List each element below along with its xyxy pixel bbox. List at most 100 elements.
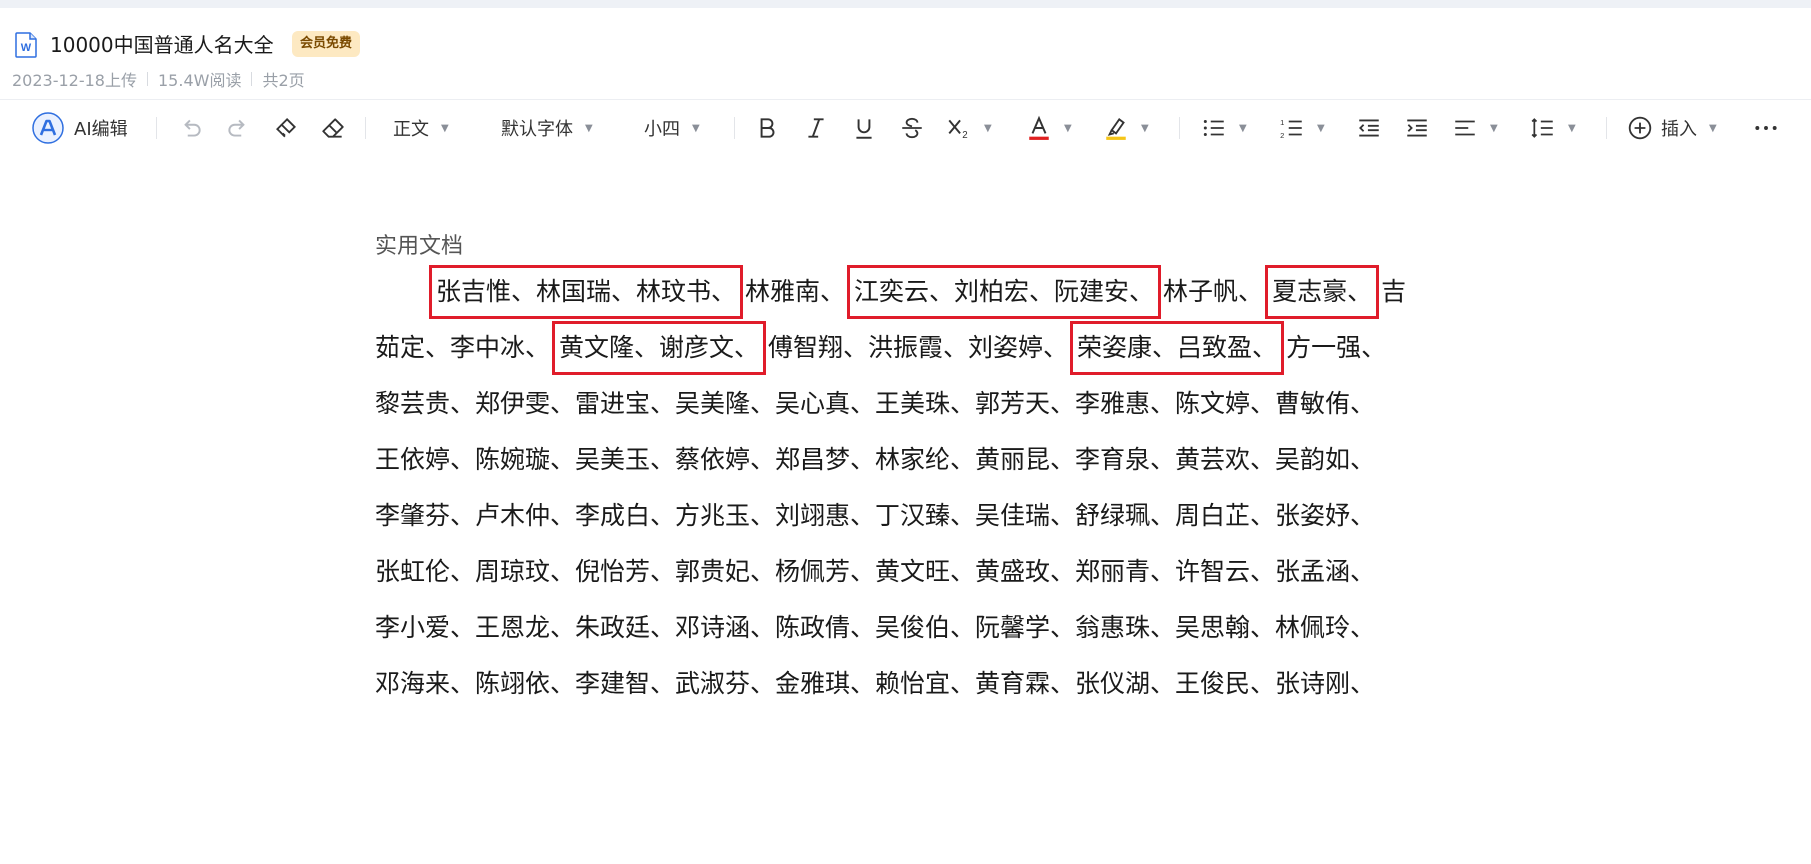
read-count: 15.4W阅读 — [158, 71, 242, 90]
vip-free-badge[interactable]: 会员免费 — [292, 31, 361, 57]
undo-button[interactable] — [178, 100, 204, 156]
name-text: 黎芸贵、郑伊雯、雷进宝、吴美隆、吴心真、王美珠、郭芳天、李雅惠、陈文婷、曹敏侑、 — [375, 389, 1376, 418]
more-icon — [1755, 126, 1777, 130]
page-header: 实用文档 — [375, 234, 464, 259]
toolbar-divider — [156, 117, 157, 139]
name-text: 吉 — [1381, 277, 1407, 306]
clear-format-button[interactable] — [320, 100, 346, 156]
paragraph-style-dropdown[interactable]: 正文 ▼ — [393, 100, 449, 156]
highlight-dropdown[interactable]: ▼ — [1103, 100, 1149, 156]
underline-icon — [856, 119, 872, 139]
italic-icon — [808, 118, 824, 138]
document-title: 10000中国普通人名大全 — [50, 33, 274, 57]
meta-divider — [251, 72, 253, 86]
chevron-down-icon: ▼ — [1141, 122, 1149, 134]
svg-text:W: W — [21, 42, 32, 54]
toolbar-divider — [1179, 117, 1180, 139]
name-text: 李小爱、王恩龙、朱政廷、邓诗涵、陈政倩、吴俊伯、阮馨学、翁惠珠、吴思翰、林佩玲、 — [375, 613, 1376, 642]
text-line: 李肇芬、卢木仲、李成白、方兆玉、刘翊惠、丁汉臻、吴佳瑞、舒绿珮、周白芷、张姿妤、 — [375, 488, 1435, 544]
line-spacing-dropdown[interactable]: ▼ — [1530, 100, 1576, 156]
redo-icon — [228, 119, 245, 137]
chevron-down-icon: ▼ — [441, 122, 449, 134]
outdent-icon — [1359, 119, 1379, 137]
insert-label: 插入 — [1661, 119, 1697, 140]
document-header: W 10000中国普通人名大全 会员免费 2023-12-18上传 15.4W阅… — [0, 8, 1811, 99]
font-color-dropdown[interactable]: ▼ — [1026, 100, 1072, 156]
chevron-down-icon: ▼ — [984, 122, 992, 134]
subscript-dropdown[interactable]: 2 ▼ — [946, 100, 992, 156]
line-spacing-icon — [1531, 118, 1553, 138]
chevron-down-icon: ▼ — [1239, 122, 1247, 134]
ai-edit-label: AI编辑 — [74, 119, 128, 140]
highlighted-names: 张吉惟、林国瑞、林玟书、 — [429, 265, 744, 319]
italic-button[interactable] — [803, 100, 829, 156]
strikethrough-button[interactable] — [899, 100, 925, 156]
name-text: 方一强、 — [1286, 333, 1387, 362]
chevron-down-icon: ▼ — [692, 122, 700, 134]
highlighted-names: 夏志豪、 — [1265, 265, 1380, 319]
meta-divider — [147, 72, 148, 86]
name-text: 林子帆、 — [1163, 277, 1264, 306]
chevron-down-icon: ▼ — [1490, 122, 1498, 134]
text-line: 张吉惟、林国瑞、林玟书、 林雅南、 江奕云、刘柏宏、阮建安、 林子帆、 夏志豪、吉 — [375, 264, 1435, 320]
align-dropdown[interactable]: ▼ — [1452, 100, 1498, 156]
numbered-list-icon: 12 — [1280, 118, 1302, 140]
bullet-list-dropdown[interactable]: ▼ — [1201, 100, 1247, 156]
text-line: 茹定、李中冰、 黄文隆、谢彦文、 傅智翔、洪振霞、刘姿婷、 荣姿康、吕致盈、 方一强、 — [375, 320, 1435, 376]
name-text: 张虹伦、周琼玟、倪怡芳、郭贵妃、杨佩芳、黄文旺、黄盛玫、郑丽青、许智云、张孟涵、 — [375, 557, 1376, 586]
font-color-icon — [1029, 115, 1049, 140]
editor-toolbar: AI编辑 正文 ▼ 默认字体 ▼ 小四 ▼ 2 ▼ ▼ ▼ ▼ 1 2 ▼ ▼ … — [0, 100, 1811, 156]
svg-text:2: 2 — [962, 130, 967, 141]
svg-text:1: 1 — [1280, 118, 1284, 127]
bold-icon — [760, 118, 775, 138]
highlighted-names: 江奕云、刘柏宏、阮建安、 — [847, 265, 1162, 319]
upload-date: 2023-12-18上传 — [12, 71, 137, 90]
ai-logo-icon — [32, 112, 64, 144]
toolbar-divider — [365, 117, 366, 139]
font-size-dropdown[interactable]: 小四 ▼ — [644, 100, 700, 156]
text-line: 王依婷、陈婉璇、吴美玉、蔡依婷、郑昌梦、林家纶、黄丽昆、李育泉、黄芸欢、吴韵如、 — [375, 432, 1435, 488]
name-text: 邓海来、陈翊依、李建智、武淑芬、金雅琪、赖怡宜、黄育霖、张仪湖、王俊民、张诗刚、 — [375, 669, 1376, 698]
document-page: 实用文档 张吉惟、林国瑞、林玟书、 林雅南、 江奕云、刘柏宏、阮建安、 林子帆、 夏志豪… — [375, 230, 1435, 712]
name-text: 李肇芬、卢木仲、李成白、方兆玉、刘翊惠、丁汉臻、吴佳瑞、舒绿珮、周白芷、张姿妤、 — [375, 501, 1376, 530]
chevron-down-icon: ▼ — [585, 122, 593, 134]
text-line: 李小爱、王恩龙、朱政廷、邓诗涵、陈政倩、吴俊伯、阮馨学、翁惠珠、吴思翰、林佩玲、 — [375, 600, 1435, 656]
align-icon — [1455, 120, 1475, 136]
svg-text:2: 2 — [1280, 131, 1284, 140]
font-family-dropdown[interactable]: 默认字体 ▼ — [501, 100, 593, 156]
chevron-down-icon: ▼ — [1317, 122, 1325, 134]
highlighted-names: 黄文隆、谢彦文、 — [552, 321, 767, 375]
subscript-icon: 2 — [948, 119, 968, 141]
text-line: 张虹伦、周琼玟、倪怡芳、郭贵妃、杨佩芳、黄文旺、黄盛玫、郑丽青、许智云、张孟涵、 — [375, 544, 1435, 600]
name-text: 茹定、李中冰、 — [375, 333, 551, 362]
highlight-icon — [1106, 118, 1126, 140]
undo-icon — [184, 119, 201, 137]
name-text: 林雅南、 — [745, 277, 846, 306]
toolbar-divider — [734, 117, 735, 139]
document-body[interactable]: 张吉惟、林国瑞、林玟书、 林雅南、 江奕云、刘柏宏、阮建安、 林子帆、 夏志豪、吉茹定、… — [375, 264, 1435, 712]
text-line: 黎芸贵、郑伊雯、雷进宝、吴美隆、吴心真、王美珠、郭芳天、李雅惠、陈文婷、曹敏侑、 — [375, 376, 1435, 432]
name-text: 傅智翔、洪振霞、刘姿婷、 — [768, 333, 1069, 362]
page-count: 共2页 — [262, 71, 305, 90]
more-button[interactable] — [1753, 100, 1779, 156]
name-text: 王依婷、陈婉璇、吴美玉、蔡依婷、郑昌梦、林家纶、黄丽昆、李育泉、黄芸欢、吴韵如、 — [375, 445, 1376, 474]
outdent-button[interactable] — [1356, 100, 1382, 156]
format-painter-button[interactable] — [273, 100, 299, 156]
top-band — [0, 0, 1811, 8]
insert-dropdown[interactable]: 插入 ▼ — [1627, 100, 1717, 156]
text-line: 邓海来、陈翊依、李建智、武淑芬、金雅琪、赖怡宜、黄育霖、张仪湖、王俊民、张诗刚、 — [375, 656, 1435, 712]
toolbar-divider — [1606, 117, 1607, 139]
ai-edit-button[interactable]: AI编辑 — [32, 100, 128, 156]
underline-button[interactable] — [851, 100, 877, 156]
chevron-down-icon: ▼ — [1709, 122, 1717, 134]
indent-button[interactable] — [1404, 100, 1430, 156]
format-painter-icon — [276, 118, 296, 138]
highlighted-names: 荣姿康、吕致盈、 — [1070, 321, 1285, 375]
redo-button[interactable] — [225, 100, 251, 156]
font-family-label: 默认字体 — [501, 119, 573, 140]
numbered-list-dropdown[interactable]: 12 ▼ — [1279, 100, 1325, 156]
bold-button[interactable] — [754, 100, 780, 156]
chevron-down-icon: ▼ — [1064, 122, 1072, 134]
insert-icon — [1628, 116, 1652, 140]
document-meta: 2023-12-18上传 15.4W阅读 共2页 — [12, 67, 305, 91]
